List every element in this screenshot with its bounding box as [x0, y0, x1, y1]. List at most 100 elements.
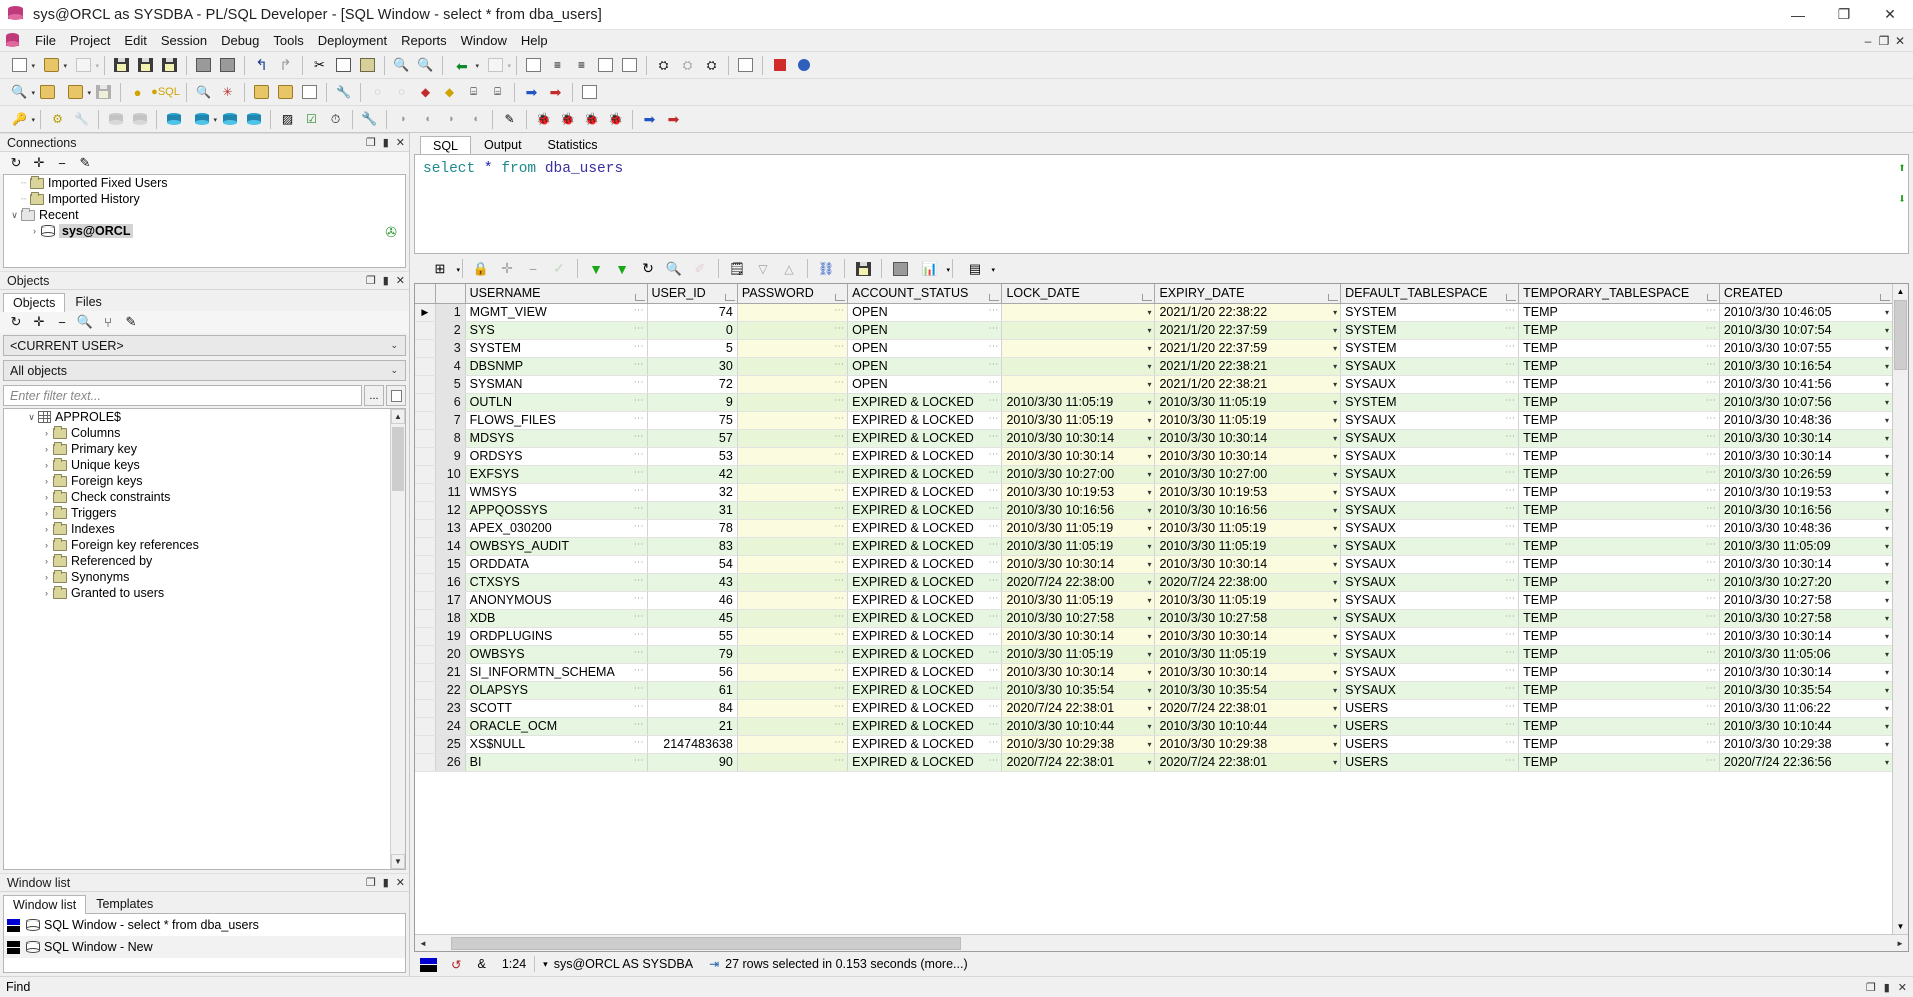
- cell-username[interactable]: SCOTT ⋯: [465, 699, 648, 718]
- cell-ellipsis-icon[interactable]: ⋯: [634, 755, 644, 765]
- row-number[interactable]: 9: [435, 447, 466, 466]
- menu-tools[interactable]: Tools: [266, 31, 310, 50]
- cell-created[interactable]: 2010/3/30 10:48:36 ▾: [1719, 411, 1894, 430]
- cell-expiry-date[interactable]: 2010/3/30 10:27:58 ▾: [1154, 609, 1342, 628]
- cell-password[interactable]: ⋯: [737, 483, 849, 502]
- row-marker[interactable]: [415, 753, 436, 772]
- db-grey2-icon[interactable]: [128, 108, 151, 130]
- cell-created[interactable]: 2010/3/30 10:35:54 ▾: [1719, 681, 1894, 700]
- table-view-icon[interactable]: ▤ ▾: [959, 257, 995, 280]
- cell-ellipsis-icon[interactable]: ⋯: [634, 701, 644, 711]
- cell-ellipsis-icon[interactable]: ⋯: [988, 503, 998, 513]
- column-resize-handle[interactable]: [1328, 293, 1339, 301]
- next-window-icon[interactable]: ➡: [638, 108, 661, 130]
- row-marker[interactable]: [415, 681, 436, 700]
- column-header-temporary-tablespace[interactable]: TEMPORARY_TABLESPACE: [1518, 284, 1720, 304]
- cell-temporary-tablespace[interactable]: TEMP ⋯: [1518, 591, 1720, 610]
- extra4-icon[interactable]: ◖: [464, 108, 487, 130]
- cell-expiry-date[interactable]: 2010/3/30 11:05:19 ▾: [1154, 591, 1342, 610]
- cell-ellipsis-icon[interactable]: ⋯: [1505, 305, 1515, 315]
- connections-close-button[interactable]: ✕: [396, 136, 405, 149]
- cell-ellipsis-icon[interactable]: ⋯: [1706, 431, 1716, 441]
- row-marker[interactable]: [415, 465, 436, 484]
- cell-ellipsis-icon[interactable]: ⋯: [1505, 557, 1515, 567]
- row-number[interactable]: 20: [435, 645, 466, 664]
- results-grid[interactable]: USERNAME USER_ID PASSWORD ACCOUNT_STATUS…: [414, 283, 1909, 952]
- cell-ellipsis-icon[interactable]: ⋯: [834, 413, 844, 423]
- cell-dropdown-icon[interactable]: ▾: [1885, 506, 1889, 515]
- cell-password[interactable]: ⋯: [737, 357, 849, 376]
- cell-temporary-tablespace[interactable]: TEMP ⋯: [1518, 537, 1720, 556]
- table-row[interactable]: 21 SI_INFORMTN_SCHEMA ⋯ 56 ⋯ EXPIRED & LOCKED…: [415, 663, 1894, 682]
- cell-created[interactable]: 2010/3/30 10:30:14 ▾: [1719, 555, 1894, 574]
- menu-debug[interactable]: Debug: [214, 31, 266, 50]
- pause-macro-icon[interactable]: ⛭: [676, 54, 699, 76]
- row-marker[interactable]: [415, 609, 436, 628]
- cell-ellipsis-icon[interactable]: ⋯: [1505, 431, 1515, 441]
- stop-icon[interactable]: [768, 54, 791, 76]
- cell-default-tablespace[interactable]: SYSAUX ⋯: [1340, 591, 1520, 610]
- cell-default-tablespace[interactable]: SYSAUX ⋯: [1340, 447, 1520, 466]
- cell-ellipsis-icon[interactable]: ⋯: [834, 305, 844, 315]
- objects-close-button[interactable]: ✕: [396, 274, 405, 287]
- fetch-next-page-icon[interactable]: ▼: [584, 257, 608, 280]
- cell-ellipsis-icon[interactable]: ⋯: [1505, 683, 1515, 693]
- cell-ellipsis-icon[interactable]: ⋯: [634, 503, 644, 513]
- cell-username[interactable]: XDB ⋯: [465, 609, 648, 628]
- table-row[interactable]: 24 ORACLE_OCM ⋯ 21 ⋯ EXPIRED & LOCKED ⋯ 2010/3/…: [415, 717, 1894, 736]
- cell-dropdown-icon[interactable]: ▾: [1333, 704, 1337, 713]
- cell-dropdown-icon[interactable]: ▾: [1147, 668, 1151, 677]
- cell-account-status[interactable]: EXPIRED & LOCKED ⋯: [847, 717, 1003, 736]
- mdi-minimize-button[interactable]: –: [1861, 34, 1875, 48]
- explain-plan-icon[interactable]: ⬅ ▾: [448, 54, 479, 76]
- cell-created[interactable]: 2010/3/30 10:30:14 ▾: [1719, 447, 1894, 466]
- cell-dropdown-icon[interactable]: ▾: [1885, 704, 1889, 713]
- cell-dropdown-icon[interactable]: ▾: [1885, 542, 1889, 551]
- table-row[interactable]: 9 ORDSYS ⋯ 53 ⋯ EXPIRED & LOCKED ⋯ 2010/3/30 10…: [415, 447, 1894, 466]
- cell-expiry-date[interactable]: 2021/1/20 22:38:22 ▾: [1154, 303, 1342, 322]
- tree-item-imported-fixed-users[interactable]: ┈ Imported Fixed Users: [4, 175, 405, 191]
- cell-dropdown-icon[interactable]: ▾: [1147, 560, 1151, 569]
- cell-created[interactable]: 2010/3/30 11:05:06 ▾: [1719, 645, 1894, 664]
- cell-dropdown-icon[interactable]: ▾: [1333, 362, 1337, 371]
- cell-default-tablespace[interactable]: SYSAUX ⋯: [1340, 429, 1520, 448]
- tab-sql[interactable]: SQL: [420, 136, 472, 155]
- edit-icon[interactable]: ✎: [75, 154, 95, 172]
- cell-password[interactable]: ⋯: [737, 627, 849, 646]
- cell-account-status[interactable]: EXPIRED & LOCKED ⋯: [847, 681, 1003, 700]
- bug-red4-icon[interactable]: 🐞: [604, 108, 627, 130]
- cell-ellipsis-icon[interactable]: ⋯: [1505, 539, 1515, 549]
- database-connect-icon[interactable]: [162, 108, 185, 130]
- print-icon[interactable]: [888, 257, 912, 280]
- cell-account-status[interactable]: EXPIRED & LOCKED ⋯: [847, 555, 1003, 574]
- cell-dropdown-icon[interactable]: ▾: [1147, 524, 1151, 533]
- cell-ellipsis-icon[interactable]: ⋯: [1505, 647, 1515, 657]
- row-number[interactable]: 21: [435, 663, 466, 682]
- cell-lock-date[interactable]: 2010/3/30 10:27:00 ▾: [1001, 465, 1156, 484]
- cell-username[interactable]: OWBSYS ⋯: [465, 645, 648, 664]
- row-number[interactable]: 1: [435, 303, 466, 322]
- add-icon[interactable]: ✛: [29, 313, 49, 331]
- cell-user-id[interactable]: 0: [647, 321, 738, 340]
- column-header-lock-date[interactable]: LOCK_DATE: [1001, 284, 1156, 304]
- cell-account-status[interactable]: EXPIRED & LOCKED ⋯: [847, 735, 1003, 754]
- cell-ellipsis-icon[interactable]: ⋯: [1706, 377, 1716, 387]
- cell-expiry-date[interactable]: 2010/3/30 10:30:14 ▾: [1154, 555, 1342, 574]
- cell-ellipsis-icon[interactable]: ⋯: [634, 557, 644, 567]
- cell-dropdown-icon[interactable]: ▾: [1333, 578, 1337, 587]
- cell-password[interactable]: ⋯: [737, 411, 849, 430]
- clear-icon[interactable]: ✐: [688, 257, 712, 280]
- chevron-right-icon[interactable]: ›: [40, 572, 53, 582]
- column-resize-handle[interactable]: [1142, 293, 1153, 301]
- open-file-icon[interactable]: ▾: [36, 54, 67, 76]
- cell-expiry-date[interactable]: 2010/3/30 10:16:56 ▾: [1154, 501, 1342, 520]
- cell-password[interactable]: ⋯: [737, 321, 849, 340]
- cell-ellipsis-icon[interactable]: ⋯: [988, 467, 998, 477]
- extra2-icon[interactable]: ◖: [416, 108, 439, 130]
- cell-ellipsis-icon[interactable]: ⋯: [834, 701, 844, 711]
- cell-temporary-tablespace[interactable]: TEMP ⋯: [1518, 555, 1720, 574]
- cell-password[interactable]: ⋯: [737, 501, 849, 520]
- cell-password[interactable]: ⋯: [737, 645, 849, 664]
- cell-ellipsis-icon[interactable]: ⋯: [834, 557, 844, 567]
- cell-username[interactable]: ORACLE_OCM ⋯: [465, 717, 648, 736]
